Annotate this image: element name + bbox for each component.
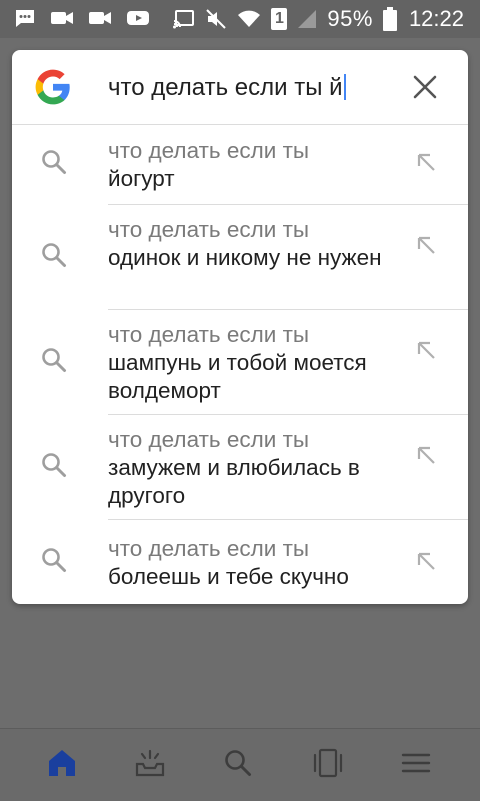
sim-icon: 1 xyxy=(271,8,288,30)
search-suggestions-card: что делать если ты й что делать если ты … xyxy=(12,50,468,604)
bottom-navigation xyxy=(0,728,480,801)
search-icon xyxy=(42,453,66,477)
search-icon xyxy=(42,548,66,572)
suggestion-item[interactable]: что делать если ты болеешь и тебе скучно xyxy=(12,520,468,604)
video-icon xyxy=(51,12,73,24)
fill-query-arrow-icon[interactable] xyxy=(414,443,438,467)
suggestion-completion: одинок и никому не нужен xyxy=(108,245,382,270)
search-input[interactable]: что делать если ты й xyxy=(108,74,346,102)
suggestion-prefix: что делать если ты xyxy=(108,217,310,242)
menu-icon[interactable] xyxy=(400,747,432,779)
search-icon xyxy=(42,243,66,267)
search-icon[interactable] xyxy=(222,747,254,779)
search-icon xyxy=(42,348,66,372)
suggestion-prefix: что делать если ты xyxy=(108,138,310,163)
suggestion-prefix: что делать если ты xyxy=(108,536,310,561)
fill-query-arrow-icon[interactable] xyxy=(414,338,438,362)
battery-percent: 95% xyxy=(327,6,373,31)
fill-query-arrow-icon[interactable] xyxy=(414,233,438,257)
suggestion-completion: замужем и влюбилась в другого xyxy=(108,455,360,508)
home-icon[interactable] xyxy=(46,747,78,779)
search-icon xyxy=(42,150,66,174)
suggestion-item[interactable]: что делать если ты замужем и влюбилась в… xyxy=(12,415,468,519)
suggestion-completion: шампунь и тобой моется волдеморт xyxy=(108,350,367,403)
suggestion-completion: йогурт xyxy=(108,166,175,191)
video-icon xyxy=(89,12,111,24)
search-bar[interactable]: что делать если ты й xyxy=(12,50,468,125)
fill-query-arrow-icon[interactable] xyxy=(414,150,438,174)
inbox-icon[interactable] xyxy=(134,747,166,779)
close-icon[interactable] xyxy=(412,74,438,100)
suggestion-prefix: что делать если ты xyxy=(108,427,310,452)
suggestion-item[interactable]: что делать если ты йогурт xyxy=(12,124,468,204)
suggestion-completion: болеешь и тебе скучно xyxy=(108,564,349,589)
battery-icon xyxy=(382,7,397,31)
status-bar: 1 95% 12:22 xyxy=(0,0,480,38)
mute-icon xyxy=(206,9,227,29)
message-icon xyxy=(16,10,34,27)
wifi-icon xyxy=(238,10,261,27)
clock: 12:22 xyxy=(408,6,464,31)
suggestion-item[interactable]: что делать если ты шампунь и тобой моетс… xyxy=(12,310,468,414)
suggestion-prefix: что делать если ты xyxy=(108,322,310,347)
youtube-icon xyxy=(127,11,149,25)
text-cursor xyxy=(343,74,346,100)
google-g-icon xyxy=(35,69,70,105)
search-query-text: что делать если ты й xyxy=(108,74,343,101)
cast-icon xyxy=(173,10,195,29)
suggestion-item[interactable]: что делать если ты одинок и никому не ну… xyxy=(12,205,468,309)
fill-query-arrow-icon[interactable] xyxy=(414,549,438,573)
tabs-icon[interactable] xyxy=(312,747,344,779)
signal-icon xyxy=(298,10,317,28)
